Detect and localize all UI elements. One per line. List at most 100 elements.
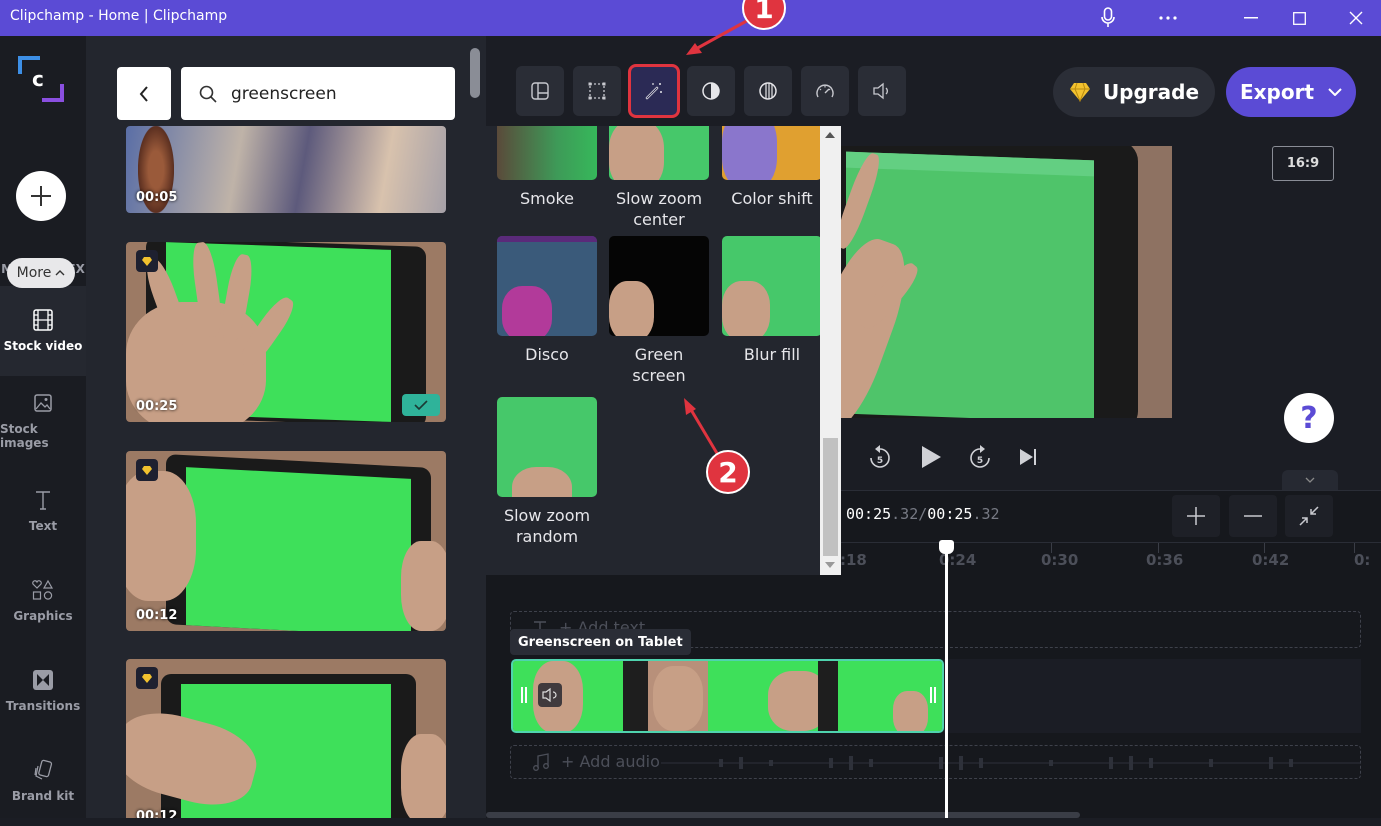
zoom-in-button[interactable] xyxy=(1172,495,1220,537)
svg-text:5: 5 xyxy=(877,456,883,466)
nav-item-stock-video[interactable]: Stock video xyxy=(0,286,86,376)
check-icon xyxy=(414,400,428,410)
effect-slow-zoom-random[interactable]: Slow zoom random xyxy=(497,397,597,547)
upgrade-button[interactable]: Upgrade xyxy=(1053,67,1215,117)
premium-badge xyxy=(136,250,158,272)
timeline-horizontal-scrollbar[interactable] xyxy=(486,812,1080,818)
nav-item-transitions[interactable]: Transitions xyxy=(0,646,86,736)
hand xyxy=(401,734,446,818)
scroll-down-arrow-icon[interactable] xyxy=(825,562,835,568)
shrink-icon xyxy=(1299,506,1319,526)
clip-mute-button[interactable] xyxy=(538,683,562,707)
audio-track[interactable]: + Add audio xyxy=(510,745,1361,779)
effect-label: Smoke xyxy=(519,189,575,208)
nav-label: Transitions xyxy=(5,699,81,713)
fit-timeline-button[interactable] xyxy=(1285,495,1333,537)
more-options-icon[interactable] xyxy=(1153,0,1183,36)
nav-item-text[interactable]: Text xyxy=(0,466,86,556)
skip-to-end-button[interactable] xyxy=(1014,440,1042,474)
tool-crop[interactable] xyxy=(573,66,621,116)
nav-item-graphics[interactable]: Graphics xyxy=(0,556,86,646)
effect-smoke[interactable]: Smoke xyxy=(497,126,597,209)
tool-effects[interactable] xyxy=(628,64,680,118)
more-button[interactable]: More xyxy=(7,258,75,288)
effect-color-shift[interactable]: Color shift xyxy=(722,126,822,209)
diamond-icon xyxy=(142,673,152,683)
effect-thumbnail xyxy=(609,126,709,180)
premium-badge xyxy=(136,459,158,481)
rewind-5-icon: 5 xyxy=(870,445,890,468)
search-box[interactable] xyxy=(181,67,455,120)
video-duration: 00:12 xyxy=(136,809,178,818)
maximize-icon[interactable] xyxy=(1276,0,1322,36)
help-button[interactable]: ? xyxy=(1284,393,1334,443)
collapse-preview-button[interactable] xyxy=(1282,470,1338,490)
effect-slow-zoom-center[interactable]: Slow zoom center xyxy=(609,126,709,230)
stock-video-result[interactable]: 00:12 xyxy=(126,451,446,631)
add-audio-label[interactable]: + Add audio xyxy=(533,752,660,771)
clip-trim-handle-right[interactable] xyxy=(930,687,936,703)
window-title: Clipchamp - Home | Clipchamp xyxy=(10,8,228,24)
tool-adjust-colors[interactable] xyxy=(687,66,735,116)
scroll-up-arrow-icon[interactable] xyxy=(825,132,835,138)
forward-5s-button[interactable]: 5 xyxy=(966,440,994,474)
tool-fade[interactable] xyxy=(744,66,792,116)
fade-icon xyxy=(759,82,777,100)
zoom-out-button[interactable] xyxy=(1229,495,1277,537)
effects-scrollbar[interactable] xyxy=(820,126,841,575)
ruler-label: 0:30 xyxy=(1041,551,1079,569)
contrast-icon xyxy=(702,82,720,100)
volume-icon xyxy=(873,82,888,100)
current-ms: .32 xyxy=(891,505,919,523)
export-button[interactable]: Export xyxy=(1226,67,1356,117)
svg-text:5: 5 xyxy=(977,456,983,466)
effect-thumbnail xyxy=(497,236,597,336)
effect-blur-fill[interactable]: Blur fill xyxy=(722,236,822,365)
media-panel-scrollbar[interactable] xyxy=(470,48,480,98)
effect-thumbnail xyxy=(722,126,822,180)
video-preview[interactable] xyxy=(838,146,1172,418)
playhead-handle[interactable] xyxy=(939,540,954,554)
minimize-icon[interactable] xyxy=(1228,0,1274,36)
effect-green-screen[interactable]: Green screen xyxy=(609,236,709,386)
search-icon xyxy=(199,85,217,103)
clipchamp-logo: c xyxy=(18,56,64,102)
play-button[interactable] xyxy=(916,440,946,474)
title-bar: Clipchamp - Home | Clipchamp xyxy=(0,0,1381,36)
layout-icon xyxy=(531,82,549,100)
hand xyxy=(401,541,446,631)
time-separator: / xyxy=(918,505,928,523)
close-icon[interactable] xyxy=(1333,0,1379,36)
tool-speed[interactable] xyxy=(801,66,849,116)
scrollbar-thumb[interactable] xyxy=(823,438,838,556)
minus-icon xyxy=(1244,515,1262,517)
playhead[interactable] xyxy=(945,540,948,818)
clip-frame xyxy=(838,661,942,731)
search-input[interactable] xyxy=(231,83,431,104)
play-icon xyxy=(922,446,941,468)
tool-layout[interactable] xyxy=(516,66,564,116)
stock-video-result[interactable]: 00:25 xyxy=(126,242,446,422)
stock-video-result[interactable]: 00:12 xyxy=(126,659,446,818)
aspect-ratio-button[interactable]: 16:9 xyxy=(1272,146,1334,181)
clip-trim-handle-left[interactable] xyxy=(521,687,527,703)
forward-5-icon: 5 xyxy=(970,445,990,468)
tool-audio[interactable] xyxy=(858,66,906,116)
video-clip[interactable] xyxy=(511,659,944,733)
create-button[interactable] xyxy=(16,171,66,221)
nav-label: Graphics xyxy=(13,609,73,623)
effect-label: Slow zoom random xyxy=(503,506,591,546)
nav-item-stock-images[interactable]: Stock images xyxy=(0,376,86,466)
effect-label: Blur fill xyxy=(743,345,801,364)
rewind-5s-button[interactable]: 5 xyxy=(866,440,894,474)
effects-panel: Smoke Slow zoom center Color shift Disco … xyxy=(468,126,841,575)
mic-icon[interactable] xyxy=(1093,0,1123,36)
nav-item-brand-kit[interactable]: Brand kit xyxy=(0,736,86,826)
skip-end-icon xyxy=(1020,449,1036,465)
effect-disco[interactable]: Disco xyxy=(497,236,597,365)
stock-video-result[interactable]: 00:05 xyxy=(126,126,446,213)
effect-label: Green screen xyxy=(632,345,686,385)
ruler-label: :18 xyxy=(840,551,867,569)
ruler-label: 0:36 xyxy=(1146,551,1184,569)
back-button[interactable] xyxy=(117,67,171,120)
